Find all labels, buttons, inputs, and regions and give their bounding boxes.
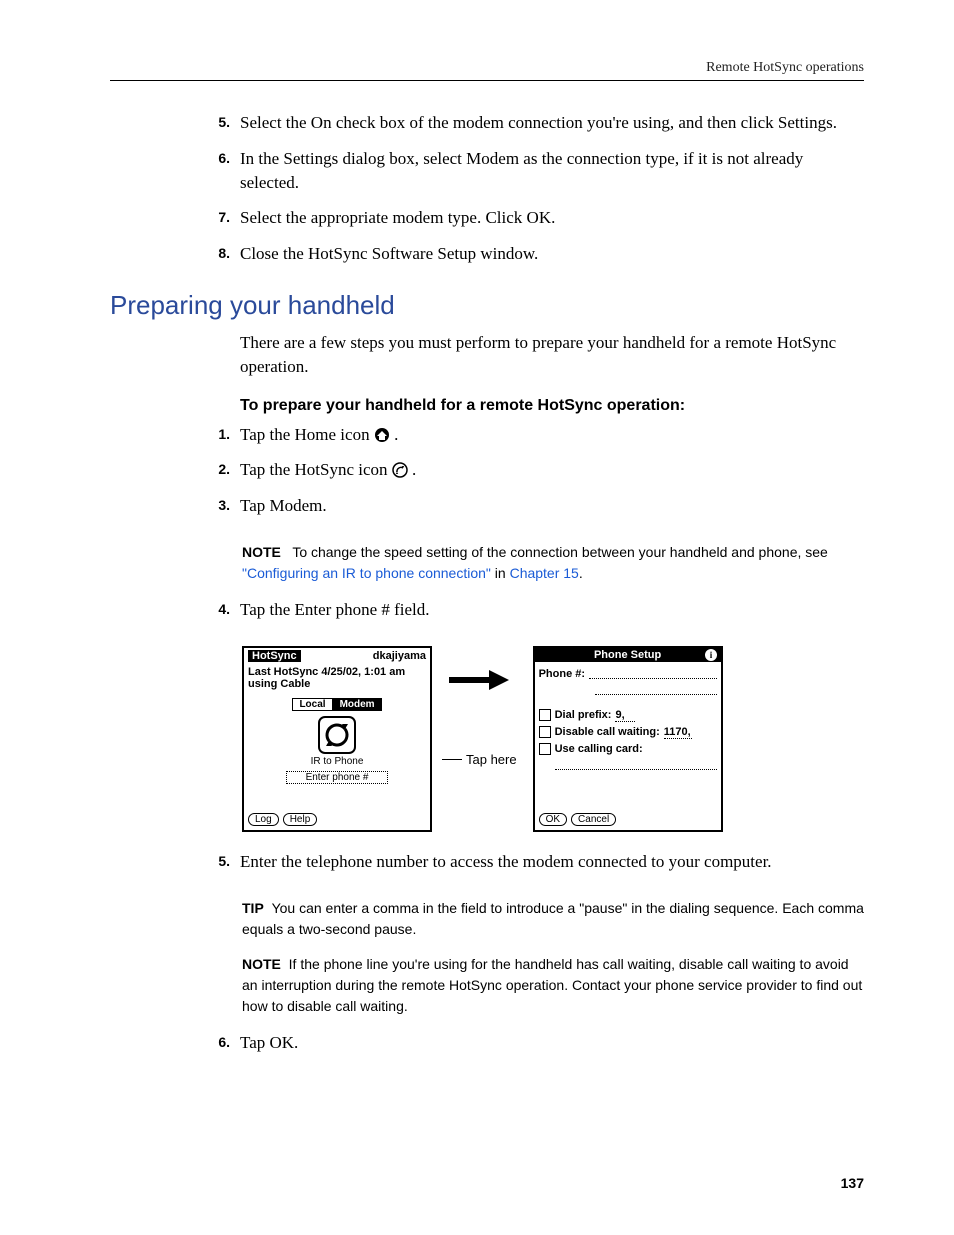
procedure-title: To prepare your handheld for a remote Ho… (240, 397, 864, 415)
step-text: Close the HotSync Software Setup window. (240, 242, 864, 266)
hotsync-screen: HotSync dkajiyama Last HotSync 4/25/02, … (242, 646, 432, 832)
tip-text: You can enter a comma in the field to in… (242, 900, 864, 937)
step-number: 2. (110, 458, 240, 477)
dial-prefix-checkbox[interactable] (539, 709, 551, 721)
screen-username: dkajiyama (373, 650, 426, 662)
calling-card-field[interactable] (555, 759, 717, 770)
screen-title: HotSync (248, 650, 301, 662)
period: . (412, 460, 416, 479)
calling-card-label: Use calling card: (555, 743, 643, 755)
top-steps: 5. Select the On check box of the modem … (110, 111, 864, 266)
callout-line (442, 759, 462, 760)
screen-title: Phone Setup (594, 649, 661, 661)
period: . (394, 425, 398, 444)
xref-link[interactable]: "Configuring an IR to phone connection" (242, 565, 491, 581)
tip-label: TIP (242, 900, 264, 916)
tab-modem[interactable]: Modem (333, 698, 382, 711)
disable-call-waiting-checkbox[interactable] (539, 726, 551, 738)
page-number: 137 (841, 1175, 864, 1191)
section-heading: Preparing your handheld (110, 290, 864, 321)
note-text-post: . (579, 565, 583, 581)
dial-prefix-label: Dial prefix: (555, 709, 612, 721)
step-number: 4. (110, 598, 240, 617)
tap-here-label: Tap here (466, 752, 517, 767)
help-button[interactable]: Help (283, 813, 318, 826)
header-rule (110, 80, 864, 81)
step-text: Tap OK. (240, 1031, 864, 1055)
dial-prefix-value[interactable]: 9, (615, 709, 635, 722)
step-number: 5. (110, 111, 240, 130)
disable-call-waiting-label: Disable call waiting: (555, 726, 660, 738)
step-number: 1. (110, 423, 240, 442)
step-text: Tap Modem. (240, 494, 864, 518)
step-text: Tap the Enter phone # field. (240, 598, 864, 622)
note-text-pre: To change the speed setting of the conne… (292, 544, 828, 560)
proc-steps-a: 1. Tap the Home icon . 2. Tap the HotSyn… (110, 423, 864, 518)
step-text-span: Tap the Home icon (240, 425, 374, 444)
log-button[interactable]: Log (248, 813, 279, 826)
section-intro: There are a few steps you must perform t… (240, 331, 864, 379)
note-block-1: NOTE To change the speed setting of the … (242, 542, 864, 584)
arrow-column: Tap here (442, 646, 517, 832)
xref-link[interactable]: Chapter 15 (510, 565, 579, 581)
tip-block: TIP You can enter a comma in the field t… (242, 898, 864, 940)
ok-button[interactable]: OK (539, 813, 567, 826)
note-text: If the phone line you're using for the h… (242, 956, 862, 1014)
right-arrow-icon (449, 670, 509, 690)
phone-number-field[interactable] (589, 668, 717, 679)
note-text-mid: in (495, 565, 510, 581)
disable-call-waiting-value[interactable]: 1170, (664, 726, 692, 739)
cancel-button[interactable]: Cancel (571, 813, 616, 826)
note-label: NOTE (242, 544, 281, 560)
phone-setup-screen: Phone Setup i Phone #: Dial prefix: 9, (533, 646, 723, 832)
enter-phone-field[interactable]: Enter phone # (286, 771, 388, 784)
last-sync-text: Last HotSync 4/25/02, 1:01 am using Cabl… (248, 666, 426, 690)
proc-step-6: 6. Tap OK. (110, 1031, 864, 1055)
step-text: Tap the HotSync icon . (240, 458, 864, 482)
step-number: 8. (110, 242, 240, 261)
step-text: Tap the Home icon . (240, 423, 864, 447)
hotsync-icon (392, 462, 408, 478)
step-text-span: Tap the HotSync icon (240, 460, 392, 479)
tab-local[interactable]: Local (292, 698, 332, 711)
hotsync-large-icon[interactable] (317, 715, 357, 755)
running-header: Remote HotSync operations (110, 60, 864, 76)
connection-label: IR to Phone (248, 756, 426, 767)
step-text: Select the On check box of the modem con… (240, 111, 864, 135)
step-number: 6. (110, 1031, 240, 1050)
calling-card-checkbox[interactable] (539, 743, 551, 755)
phone-number-field-2[interactable] (595, 684, 717, 695)
step-number: 3. (110, 494, 240, 513)
step-number: 6. (110, 147, 240, 166)
step-number: 5. (110, 850, 240, 869)
note-label: NOTE (242, 956, 281, 972)
proc-step-4: 4. Tap the Enter phone # field. (110, 598, 864, 622)
step-text: Enter the telephone number to access the… (240, 850, 864, 874)
proc-step-5: 5. Enter the telephone number to access … (110, 850, 864, 874)
step-number: 7. (110, 206, 240, 225)
phone-number-label: Phone #: (539, 668, 585, 680)
step-text: Select the appropriate modem type. Click… (240, 206, 864, 230)
step-text: In the Settings dialog box, select Modem… (240, 147, 864, 195)
illustration-row: HotSync dkajiyama Last HotSync 4/25/02, … (242, 646, 864, 832)
home-icon (374, 427, 390, 443)
note-block-2: NOTE If the phone line you're using for … (242, 954, 864, 1017)
